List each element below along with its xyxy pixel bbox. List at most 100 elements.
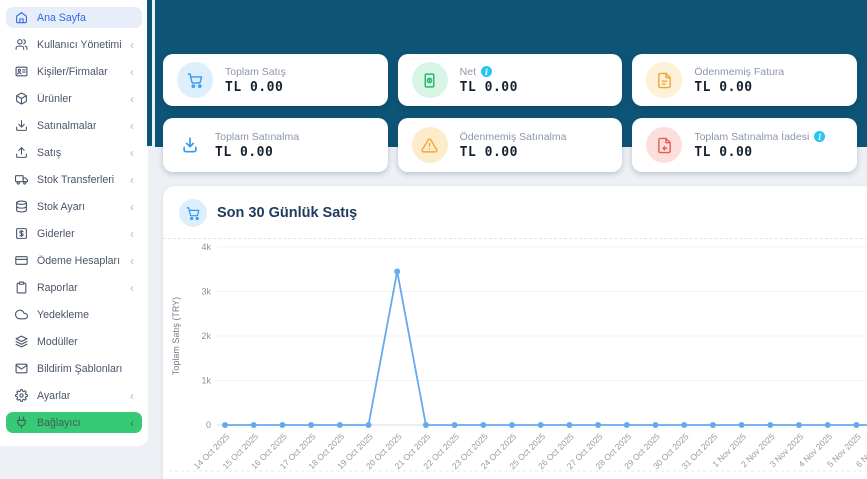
truck-icon — [14, 173, 28, 187]
info-icon[interactable]: i — [814, 131, 826, 142]
sidebar-item-yedekleme[interactable]: Yedekleme — [6, 304, 142, 325]
cart-icon — [179, 199, 207, 227]
sidebar-item-label: Modüller — [37, 335, 78, 348]
mail-icon — [14, 362, 28, 376]
sidebar-item-label: Yedekleme — [37, 308, 90, 321]
sidebar-item-label: Ürünler — [37, 92, 72, 105]
sidebar-item-raporlar[interactable]: Raporlar ‹ — [6, 277, 142, 298]
svg-text:2k: 2k — [201, 331, 211, 341]
chevron-icon: ‹ — [130, 253, 134, 268]
download-icon — [14, 119, 28, 133]
sidebar-item-stok-transferleri[interactable]: Stok Transferleri ‹ — [6, 169, 142, 190]
chevron-icon: ‹ — [130, 226, 134, 241]
stat-label: Ödenmemiş Satınalma — [459, 130, 567, 143]
sidebar-item-satinalmalar[interactable]: Satınalmalar ‹ — [6, 115, 142, 136]
chart-header: Son 30 Günlük Satış — [163, 186, 867, 238]
stat-label: Net i — [460, 66, 518, 78]
stat-card-toplam-satinalma: Toplam Satınalma TL 0.00 — [163, 118, 388, 172]
chevron-icon: ‹ — [130, 199, 134, 214]
sidebar-item-label: Stok Transferleri — [37, 173, 115, 186]
chevron-icon: ‹ — [130, 145, 134, 160]
chart-body: 0 1k 2k 3k 4k Toplam Satış (TRY) 14 Oct 2025 15… — [163, 238, 867, 479]
dollar-square-icon — [14, 227, 28, 241]
sidebar-item-label: Raporlar — [37, 281, 78, 294]
sidebar: Ana Sayfa Kullanıcı Yönetimi ‹ Kişiler/F… — [0, 0, 148, 446]
stat-card-net: Net i TL 0.00 — [397, 54, 623, 106]
sidebar-item-label: Ana Sayfa — [37, 11, 86, 24]
chevron-icon: ‹ — [130, 415, 134, 430]
sidebar-item-giderler[interactable]: Giderler ‹ — [6, 223, 142, 244]
sidebar-item-odeme-hesaplari[interactable]: Ödeme Hesapları ‹ — [6, 250, 142, 271]
stat-value: TL 0.00 — [459, 144, 518, 160]
sidebar-item-label: Giderler — [37, 227, 75, 240]
stat-card-odenmemis-satinalma: Ödenmemiş Satınalma TL 0.00 — [397, 118, 623, 172]
svg-text:1k: 1k — [201, 376, 211, 386]
gear-icon — [14, 389, 28, 403]
stat-card-toplam-satis: Toplam Satış TL 0.00 — [163, 54, 388, 106]
sidebar-item-label: Bağlayıcı — [37, 416, 81, 429]
chevron-icon: ‹ — [130, 91, 134, 106]
sidebar-item-label: Kullanıcı Yönetimi — [37, 38, 121, 51]
sidebar-item-bildirim-sablonlari[interactable]: Bildirim Şablonları — [6, 358, 142, 379]
svg-text:4k: 4k — [201, 242, 211, 252]
download-icon — [177, 132, 203, 158]
sales-line-chart[interactable]: 01k2k3k4kToplam Satış (TRY)14 Oct 202515… — [163, 239, 867, 479]
stat-value: TL 0.00 — [215, 144, 274, 160]
stat-value: TL 0.00 — [694, 79, 753, 95]
sales-chart-card: Son 30 Günlük Satış 0 1k 2k 3k 4k Toplam Satı… — [163, 186, 867, 479]
sidebar-scrollbar-thumb[interactable] — [147, 0, 152, 146]
sidebar-item-label: Ödeme Hesapları — [37, 254, 121, 267]
users-icon — [14, 38, 28, 52]
sidebar-item-urunler[interactable]: Ürünler ‹ — [6, 88, 142, 109]
sidebar-item-label: Ayarlar — [37, 389, 71, 402]
stat-value: TL 0.00 — [225, 79, 284, 95]
info-icon[interactable]: i — [481, 66, 492, 77]
sidebar-item-ayarlar[interactable]: Ayarlar ‹ — [6, 385, 142, 406]
sidebar-item-satis[interactable]: Satış ‹ — [6, 142, 142, 163]
home-icon — [14, 11, 28, 25]
credit-card-icon — [14, 254, 28, 268]
chevron-icon: ‹ — [130, 172, 134, 187]
upload-icon — [14, 146, 28, 160]
id-card-icon — [14, 65, 28, 79]
cloud-icon — [14, 308, 28, 322]
stat-cards: Toplam Satış TL 0.00 Net i TL 0.00 Ödenme… — [163, 54, 857, 172]
stat-value: TL 0.00 — [459, 79, 518, 95]
svg-text:0: 0 — [206, 420, 211, 430]
plug-icon — [14, 416, 28, 430]
dashboard-page: Ana Sayfa Kullanıcı Yönetimi ‹ Kişiler/F… — [0, 0, 867, 479]
stat-card-odenmemis-fatura: Ödenmemiş Fatura TL 0.00 — [632, 54, 857, 106]
sidebar-item-kullanici-yonetimi[interactable]: Kullanıcı Yönetimi ‹ — [6, 34, 142, 55]
sidebar-item-moduller[interactable]: Modüller — [6, 331, 142, 352]
database-icon — [14, 200, 28, 214]
chevron-icon: ‹ — [130, 64, 134, 79]
chevron-icon: ‹ — [130, 37, 134, 52]
chevron-icon: ‹ — [130, 280, 134, 295]
stat-value: TL 0.00 — [694, 144, 753, 160]
cart-icon — [177, 62, 213, 98]
sidebar-item-label: Satınalmalar — [37, 119, 97, 132]
sidebar-item-label: Kişiler/Firmalar — [37, 65, 108, 78]
clipboard-icon — [14, 281, 28, 295]
stat-label: Toplam Satınalma İadesi i — [694, 131, 826, 143]
stat-card-toplam-satinalma-iadesi: Toplam Satınalma İadesi i TL 0.00 — [632, 118, 857, 172]
file-text-icon — [646, 62, 683, 98]
banknote-icon — [411, 62, 448, 98]
layers-icon — [14, 335, 28, 349]
chart-title: Son 30 Günlük Satış — [217, 205, 358, 221]
stat-label: Toplam Satınalma — [215, 130, 300, 143]
alert-triangle-icon — [411, 127, 448, 163]
sidebar-item-baglayici[interactable]: Bağlayıcı ‹ — [6, 412, 142, 433]
sidebar-item-stok-ayari[interactable]: Stok Ayarı ‹ — [6, 196, 142, 217]
sidebar-item-ana-sayfa[interactable]: Ana Sayfa — [6, 7, 142, 28]
sidebar-item-label: Bildirim Şablonları — [37, 362, 123, 375]
chevron-icon: ‹ — [130, 118, 134, 133]
chevron-icon: ‹ — [130, 388, 134, 403]
file-return-icon — [646, 127, 683, 163]
sidebar-item-label: Satış — [37, 146, 62, 159]
sidebar-item-kisiler-firmalar[interactable]: Kişiler/Firmalar ‹ — [6, 61, 142, 82]
stat-label: Ödenmemiş Fatura — [694, 65, 785, 78]
stat-label: Toplam Satış — [225, 65, 286, 78]
svg-text:3k: 3k — [201, 287, 211, 297]
sidebar-item-label: Stok Ayarı — [37, 200, 86, 213]
